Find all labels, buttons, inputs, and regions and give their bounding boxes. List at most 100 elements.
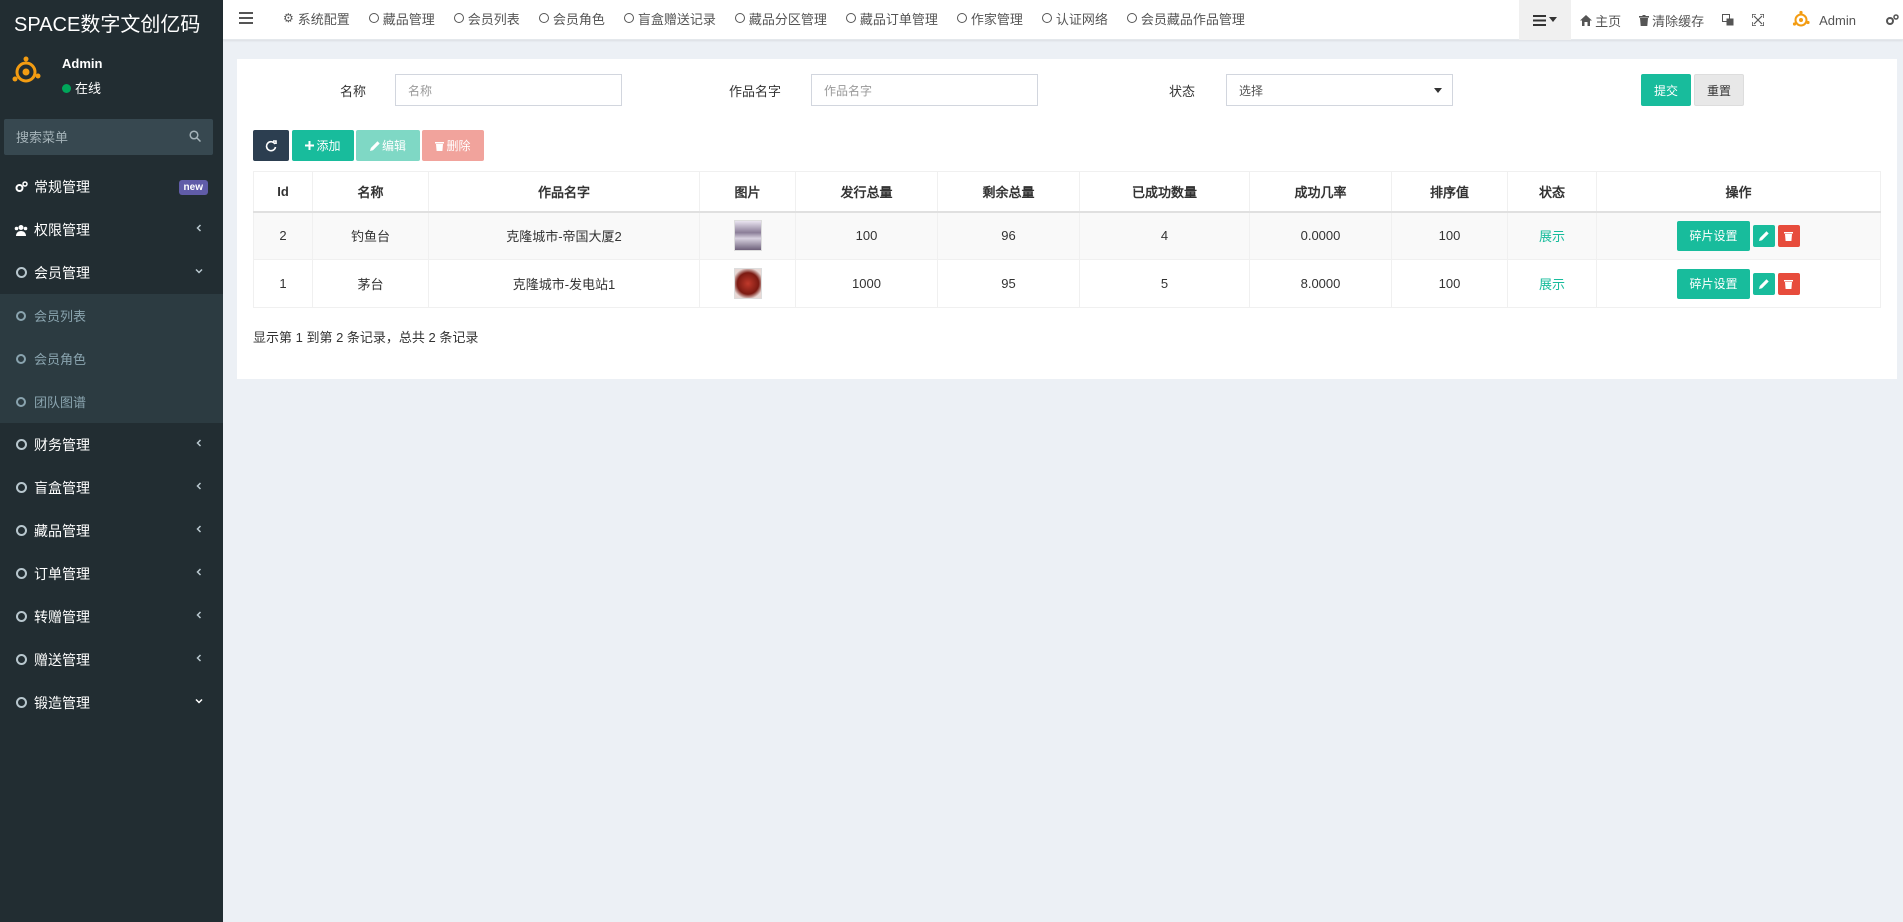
tab-blindbox-gift[interactable]: 盲盒赠送记录 xyxy=(623,0,735,36)
status-select[interactable]: 选择 xyxy=(1226,74,1453,106)
column-header[interactable]: 剩余总量 xyxy=(937,171,1080,213)
tab-label: 会员角色 xyxy=(552,11,605,27)
name-input[interactable]: 名称 xyxy=(395,74,622,106)
edit-button[interactable]: 编辑 xyxy=(356,130,420,161)
caret-down-icon xyxy=(1434,88,1442,93)
chevron-left-icon xyxy=(196,568,202,576)
column-header[interactable]: 发行总量 xyxy=(795,171,938,213)
circle-icon xyxy=(14,395,28,409)
home-label: 主页 xyxy=(1595,13,1622,29)
tab-member-role[interactable]: 会员角色 xyxy=(538,0,624,36)
cell-rate: 8.0000 xyxy=(1249,259,1392,308)
sidebar-item-label: 盲盒管理 xyxy=(34,479,90,496)
pencil-icon xyxy=(1758,231,1769,241)
cell-remaining: 95 xyxy=(937,259,1080,308)
sidebar-item-order[interactable]: 订单管理 xyxy=(0,552,223,595)
row-operations: 碎片设置 xyxy=(1677,268,1800,299)
user-menu[interactable]: Admin xyxy=(1773,0,1865,40)
row-delete-button[interactable] xyxy=(1777,272,1800,295)
sidebar-item-label: 常规管理 xyxy=(34,178,90,195)
sidebar-item-forge[interactable]: 锻造管理 xyxy=(0,681,223,724)
sidebar-item-regular[interactable]: 常规管理 new xyxy=(0,165,223,208)
data-table: Id 名称 作品名字 图片 发行总量 剩余总量 已成功数量 成功几率 排序值 状… xyxy=(253,171,1881,308)
settings-button[interactable] xyxy=(1865,0,1903,40)
cogs-icon xyxy=(14,180,28,194)
brand-title[interactable]: SPACE数字文创亿码 xyxy=(0,0,223,40)
cell-work: 克隆城市-帝国大厦2 xyxy=(428,211,700,260)
sidebar-item-label: 权限管理 xyxy=(34,221,90,238)
name-label: 名称 xyxy=(340,84,367,99)
sidebar-item-member[interactable]: 会员管理 xyxy=(0,251,223,294)
work-input[interactable]: 作品名字 xyxy=(811,74,1038,106)
chevron-down-icon xyxy=(195,698,203,704)
delete-button[interactable]: 删除 xyxy=(422,130,484,161)
sidebar-item-label: 会员列表 xyxy=(34,309,87,324)
row-delete-button[interactable] xyxy=(1777,224,1800,247)
row-edit-button[interactable] xyxy=(1752,272,1775,295)
add-button[interactable]: 添加 xyxy=(292,130,354,161)
sidebar-item-blindbox[interactable]: 盲盒管理 xyxy=(0,466,223,509)
sidebar-item-finance[interactable]: 财务管理 xyxy=(0,423,223,466)
tab-author[interactable]: 作家管理 xyxy=(956,0,1042,36)
sidebar-item-gift[interactable]: 赠送管理 xyxy=(0,638,223,681)
list-icon xyxy=(1533,14,1547,26)
column-header[interactable]: 图片 xyxy=(699,171,796,213)
sidebar-item-transfer[interactable]: 转赠管理 xyxy=(0,595,223,638)
caret-down-icon xyxy=(1549,17,1558,22)
column-header[interactable]: 排序值 xyxy=(1391,171,1508,213)
chevron-left-icon xyxy=(196,611,202,619)
sidebar-item-collection[interactable]: 藏品管理 xyxy=(0,509,223,552)
sidebar: SPACE数字文创亿码 Admin 在线 常规管理 new 权限管理 会员管理 xyxy=(0,0,223,922)
reset-button[interactable]: 重置 xyxy=(1694,74,1744,106)
sidebar-item-team-graph[interactable]: 团队图谱 xyxy=(0,380,223,423)
column-header[interactable]: 状态 xyxy=(1507,171,1597,213)
circle-icon xyxy=(14,653,28,667)
tab-system-config[interactable]: ⚙ 系统配置 xyxy=(283,0,369,36)
cell-status[interactable]: 展示 xyxy=(1507,211,1597,260)
sidebar-item-member-role[interactable]: 会员角色 xyxy=(0,337,223,380)
refresh-button[interactable] xyxy=(253,130,289,161)
clear-cache-button[interactable]: 清除缓存 xyxy=(1630,0,1713,40)
cell-status[interactable]: 展示 xyxy=(1507,259,1597,308)
column-header[interactable]: 成功几率 xyxy=(1249,171,1392,213)
sidebar-search-input[interactable] xyxy=(4,119,213,155)
tab-collection-zone[interactable]: 藏品分区管理 xyxy=(734,0,846,36)
work-thumbnail[interactable] xyxy=(733,268,762,299)
cell-success: 4 xyxy=(1079,211,1250,260)
language-icon xyxy=(1722,14,1734,26)
main-panel: 名称 名称 作品名字 作品名字 状态 选择 提交 重置 添加 编辑 删除 Id … xyxy=(237,59,1897,379)
tab-collection[interactable]: 藏品管理 xyxy=(368,0,454,36)
cell-issued: 1000 xyxy=(795,259,938,308)
tab-member-works[interactable]: 会员藏品作品管理 xyxy=(1126,0,1264,36)
menu-toggle-icon[interactable] xyxy=(239,12,253,24)
fragment-settings-button[interactable]: 碎片设置 xyxy=(1677,220,1750,251)
tab-auth-network[interactable]: 认证网络 xyxy=(1041,0,1127,36)
row-edit-button[interactable] xyxy=(1752,224,1775,247)
home-button[interactable]: 主页 xyxy=(1571,0,1630,40)
user-status: 在线 xyxy=(62,78,101,97)
tab-collection-order[interactable]: 藏品订单管理 xyxy=(845,0,957,36)
circle-icon xyxy=(1041,13,1052,23)
submit-button[interactable]: 提交 xyxy=(1641,74,1691,106)
pencil-icon xyxy=(369,140,380,151)
search-icon[interactable] xyxy=(189,130,201,142)
tab-label: 藏品订单管理 xyxy=(859,11,938,27)
column-header[interactable]: 名称 xyxy=(312,171,429,213)
language-button[interactable] xyxy=(1713,0,1743,40)
sidebar-item-label: 藏品管理 xyxy=(34,522,90,539)
column-header[interactable]: Id xyxy=(253,171,313,213)
tabs-menu-button[interactable] xyxy=(1519,0,1572,40)
online-dot-icon xyxy=(62,84,71,93)
pencil-icon xyxy=(1758,278,1769,289)
user-status-text: 在线 xyxy=(75,81,102,96)
fragment-settings-button[interactable]: 碎片设置 xyxy=(1677,268,1750,299)
fullscreen-button[interactable] xyxy=(1743,0,1773,40)
sidebar-item-label: 锻造管理 xyxy=(34,694,90,711)
sidebar-item-member-list[interactable]: 会员列表 xyxy=(0,294,223,337)
tab-member-list[interactable]: 会员列表 xyxy=(453,0,539,36)
work-thumbnail[interactable] xyxy=(733,220,762,252)
column-header[interactable]: 已成功数量 xyxy=(1079,171,1250,213)
column-header[interactable]: 作品名字 xyxy=(428,171,700,213)
circle-icon xyxy=(14,696,28,710)
sidebar-item-permission[interactable]: 权限管理 xyxy=(0,208,223,251)
